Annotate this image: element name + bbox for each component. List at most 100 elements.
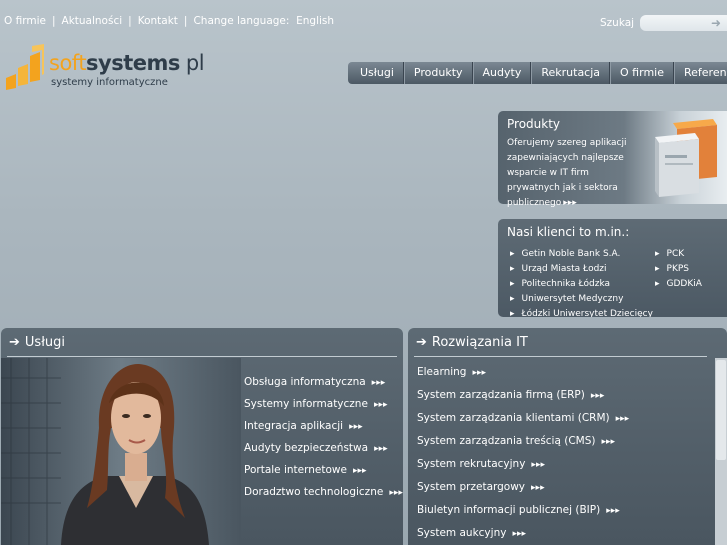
more-arrows-icon: ▸▸▸	[601, 437, 616, 447]
topnav-link-aktualnosci[interactable]: Aktualności	[62, 15, 123, 27]
divider	[7, 356, 397, 357]
solution-item[interactable]: System przetargowy ▸▸▸	[417, 481, 629, 504]
service-label: Integracja aplikacji	[244, 420, 344, 432]
topnav-link-o-firmie[interactable]: O firmie	[4, 15, 46, 27]
it-panel-title: ➔ Rozwiązania IT	[416, 335, 528, 350]
menu-item-o-firmie[interactable]: O firmie	[610, 62, 674, 84]
client-item[interactable]: Urząd Miasta Łodzi	[510, 262, 653, 277]
more-arrows-icon: ▸▸▸	[349, 422, 363, 432]
client-item[interactable]: Łódzki Uniwersytet Dziecięcy	[510, 307, 653, 317]
uslugi-panel-title: ➔ Usługi	[9, 335, 65, 350]
client-item[interactable]: PCK	[655, 247, 702, 262]
divider	[414, 356, 707, 357]
software-box-icon	[655, 119, 717, 197]
service-item[interactable]: Audyty bezpieczeństwa ▸▸▸	[244, 442, 403, 464]
products-title: Produkty	[507, 117, 561, 131]
more-arrows-icon: ▸▸▸	[590, 391, 605, 401]
separator: |	[51, 15, 56, 27]
more-arrows-icon: ▸▸▸	[373, 400, 388, 410]
businesswoman-photo	[1, 358, 241, 545]
solution-item[interactable]: Biuletyn informacji publicznej (BIP) ▸▸▸	[417, 504, 629, 527]
menu-item-rekrutacja[interactable]: Rekrutacja	[531, 62, 611, 84]
solution-item[interactable]: System rekrutacyjny ▸▸▸	[417, 458, 629, 481]
solution-item[interactable]: System zarządzania firmą (ERP) ▸▸▸	[417, 389, 629, 412]
topnav-link-kontakt[interactable]: Kontakt	[138, 15, 178, 27]
change-language-label: Change language:	[193, 15, 290, 27]
clients-title: Nasi klienci to m.in.:	[507, 225, 630, 239]
more-arrows-icon: ▸▸▸	[512, 529, 526, 539]
search-input[interactable]: ➜	[640, 15, 727, 31]
service-label: Portale internetowe	[244, 464, 347, 476]
clients-list-1: Getin Noble Bank S.A. Urząd Miasta Łodzi…	[510, 247, 653, 317]
top-nav: O firmie | Aktualności | Kontakt | Change lang…	[4, 15, 334, 27]
logo-systems: systems	[86, 51, 180, 75]
it-solutions-panel: ➔ Rozwiązania IT Elearning ▸▸▸ System zarz…	[408, 328, 727, 545]
it-title-text: Rozwiązania IT	[431, 335, 528, 350]
uslugi-panel: ➔ Usługi Obsługa informatyczna ▸▸▸ Systemy…	[1, 328, 403, 545]
more-arrows-icon: ▸▸▸	[531, 460, 545, 470]
solution-label: System zarządzania treścią (CMS)	[417, 435, 596, 447]
clients-list-2: PCK PKPS GDDKiA	[655, 247, 702, 292]
solution-item[interactable]: System zarządzania klientami (CRM) ▸▸▸	[417, 412, 629, 435]
logo-wordmark: softsystems pl	[49, 51, 205, 75]
clients-box: Nasi klienci to m.in.: Getin Noble Bank …	[498, 219, 727, 317]
service-label: Systemy informatyczne	[244, 398, 368, 410]
products-box[interactable]: Produkty Oferujemy szereg aplikacji zape…	[498, 111, 727, 208]
scrollbar-thumb[interactable]	[716, 360, 726, 460]
logo-soft: soft	[49, 51, 87, 75]
logo[interactable]: softsystems pl systemy informatyczne	[4, 44, 205, 94]
solution-label: System rekrutacyjny	[417, 458, 526, 470]
solution-label: Biuletyn informacji publicznej (BIP)	[417, 504, 601, 516]
more-arrows-icon: ▸▸▸	[389, 488, 403, 498]
service-item[interactable]: Doradztwo technologiczne ▸▸▸	[244, 486, 403, 508]
service-label: Audyty bezpieczeństwa	[244, 442, 369, 454]
client-item[interactable]: GDDKiA	[655, 277, 702, 292]
more-arrows-icon: ▸▸▸	[374, 444, 388, 454]
client-item[interactable]: Politechnika Łódzka	[510, 277, 653, 292]
logo-tagline: systemy informatyczne	[51, 77, 168, 88]
client-item[interactable]: Uniwersytet Medyczny	[510, 292, 653, 307]
menu-item-audyty[interactable]: Audyty	[472, 62, 532, 84]
arrow-right-icon[interactable]: ➜	[711, 16, 721, 30]
products-description: Oferujemy szereg aplikacji zapewniającyc…	[507, 136, 627, 211]
more-arrows-icon: ▸▸▸	[606, 506, 620, 516]
scrollbar[interactable]	[715, 358, 727, 545]
language-link-english[interactable]: English	[296, 15, 334, 27]
service-label: Doradztwo technologiczne	[244, 486, 384, 498]
main-menu: Usługi Produkty Audyty Rekrutacja O firm…	[348, 62, 727, 84]
it-solutions-list: Elearning ▸▸▸ System zarządzania firmą (E…	[417, 366, 629, 545]
service-label: Obsługa informatyczna	[244, 376, 366, 388]
client-item[interactable]: Getin Noble Bank S.A.	[510, 247, 653, 262]
uslugi-title-text: Usługi	[24, 335, 65, 350]
uslugi-list: Obsługa informatyczna ▸▸▸ Systemy informa…	[244, 376, 403, 508]
search-label: Szukaj	[600, 17, 635, 29]
solution-item[interactable]: System aukcyjny ▸▸▸	[417, 527, 629, 545]
menu-item-produkty[interactable]: Produkty	[403, 62, 473, 84]
more-arrows-icon: ▸▸▸	[371, 378, 386, 388]
solution-label: System aukcyjny	[417, 527, 507, 539]
solution-label: Elearning	[417, 366, 467, 378]
service-item[interactable]: Systemy informatyczne ▸▸▸	[244, 398, 403, 420]
service-item[interactable]: Integracja aplikacji ▸▸▸	[244, 420, 403, 442]
solution-label: System zarządzania firmą (ERP)	[417, 389, 585, 401]
service-item[interactable]: Portale internetowe ▸▸▸	[244, 464, 403, 486]
arrow-right-icon: ➔	[416, 335, 427, 350]
menu-item-uslugi[interactable]: Usługi	[348, 62, 404, 84]
more-arrows-icon: ▸▸▸	[531, 483, 545, 493]
more-arrows-icon[interactable]: ▸▸▸	[563, 198, 577, 208]
solution-item[interactable]: Elearning ▸▸▸	[417, 366, 629, 389]
logo-pl: pl	[185, 51, 205, 75]
logo-bars-icon	[6, 44, 44, 90]
client-item[interactable]: PKPS	[655, 262, 702, 277]
solution-item[interactable]: System zarządzania treścią (CMS) ▸▸▸	[417, 435, 629, 458]
more-arrows-icon: ▸▸▸	[352, 466, 367, 476]
service-item[interactable]: Obsługa informatyczna ▸▸▸	[244, 376, 403, 398]
solution-label: System przetargowy	[417, 481, 526, 493]
separator: |	[183, 15, 188, 27]
arrow-right-icon: ➔	[9, 335, 20, 350]
more-arrows-icon: ▸▸▸	[615, 414, 630, 424]
menu-item-referencje[interactable]: Referencje	[673, 62, 727, 84]
more-arrows-icon: ▸▸▸	[472, 368, 487, 378]
separator: |	[128, 15, 132, 27]
solution-label: System zarządzania klientami (CRM)	[417, 412, 610, 424]
